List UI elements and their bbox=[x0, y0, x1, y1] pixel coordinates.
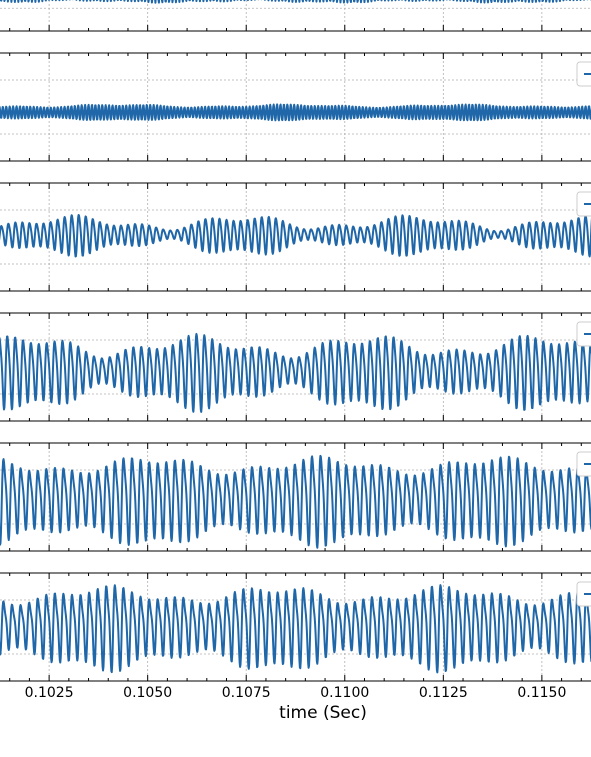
panel-4 bbox=[0, 312, 591, 422]
figure-content: 0.10250.10500.10750.11000.11250.11500.11… bbox=[0, 0, 591, 723]
panel-1 bbox=[0, 0, 591, 32]
panel-5 bbox=[0, 442, 591, 552]
panel-3 bbox=[0, 182, 591, 292]
panel-2 bbox=[0, 52, 591, 162]
series-line bbox=[0, 213, 591, 258]
x-tick-label: 0.1025 bbox=[25, 685, 74, 701]
series-line bbox=[0, 584, 591, 674]
series-line bbox=[0, 103, 591, 122]
x-tick-label: 0.1075 bbox=[222, 685, 271, 701]
x-tick-label: 0.1125 bbox=[419, 685, 468, 701]
panel-6 bbox=[0, 572, 591, 682]
series-line bbox=[0, 0, 591, 4]
x-tick-label: 0.1100 bbox=[320, 685, 369, 701]
x-tick-label: 0.1050 bbox=[123, 685, 172, 701]
x-tick-label: 0.1150 bbox=[517, 685, 566, 701]
stacked-time-series-figure: 0.10250.10500.10750.11000.11250.11500.11… bbox=[0, 0, 591, 723]
x-axis-title: time (Sec) bbox=[279, 703, 367, 723]
series-line bbox=[0, 332, 591, 413]
